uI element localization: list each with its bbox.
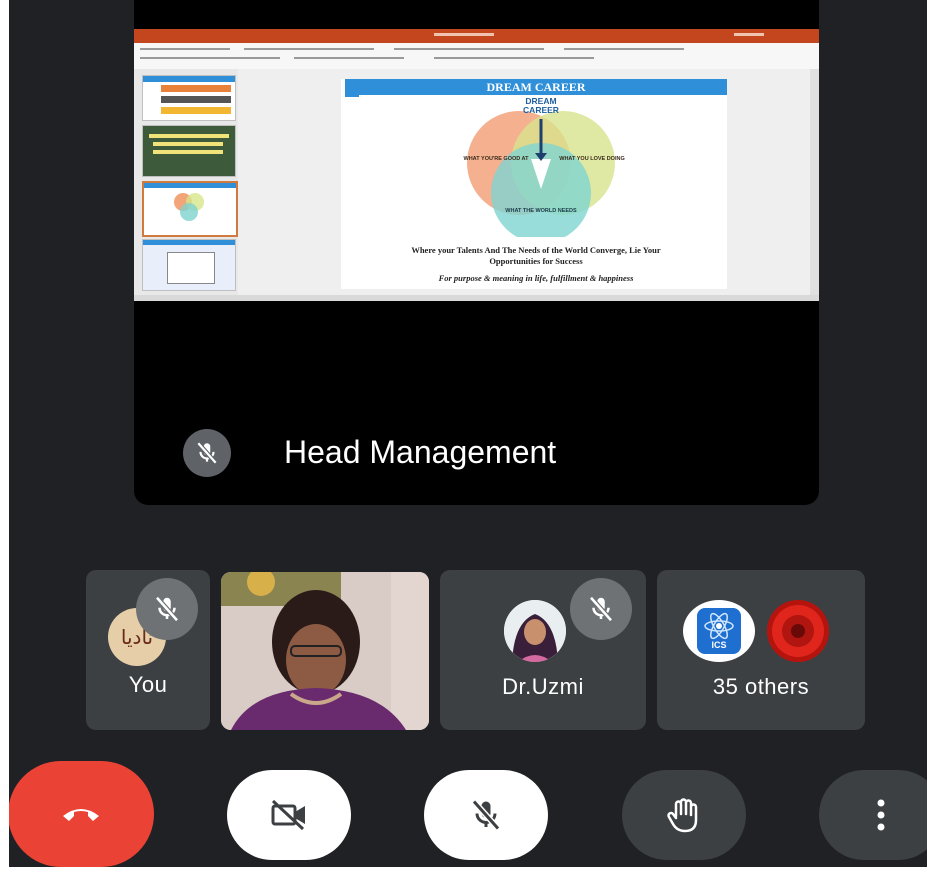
presentation-tile[interactable]: DREAM CAREER DREAM CAREER WHAT YOU'RE GO… — [134, 0, 819, 505]
camera-toggle-button[interactable] — [227, 770, 351, 860]
slide-caption: Where your Talents And The Needs of the … — [411, 245, 661, 266]
scrollbar — [810, 69, 819, 295]
venn-diagram: DREAM CAREER WHAT YOU'RE GOOD AT WHAT YO… — [441, 96, 641, 243]
mic-toggle-button[interactable] — [424, 770, 548, 860]
slide-title: DREAM CAREER — [345, 79, 727, 95]
participant-video — [221, 572, 429, 730]
flower-avatar — [767, 600, 829, 662]
presenter-name: Head Management — [284, 434, 557, 470]
raise-hand-button[interactable] — [622, 770, 746, 860]
shared-screen: DREAM CAREER DREAM CAREER WHAT YOU'RE GO… — [134, 29, 819, 301]
mic-off-icon — [570, 578, 632, 640]
presenter-mic-off-icon — [183, 429, 231, 477]
slide-thumbnails — [134, 69, 238, 295]
others-count: 35 others — [712, 674, 810, 699]
slide-tagline: For purpose & meaning in life, fulfillme… — [438, 273, 634, 283]
powerpoint-title-bar — [134, 29, 819, 43]
slide-thumbnail — [142, 75, 236, 121]
slide-thumbnail — [142, 239, 236, 291]
atom-icon: ICS — [697, 608, 741, 654]
avatar — [504, 600, 566, 662]
more-options-button[interactable] — [819, 770, 927, 860]
participant-tile-you[interactable]: نادیا You — [86, 570, 210, 730]
meet-call-screen: DREAM CAREER DREAM CAREER WHAT YOU'RE GO… — [9, 0, 927, 867]
venn-right-label: WHAT YOU LOVE DOING — [559, 156, 625, 162]
slide-thumbnail-selected — [142, 181, 238, 237]
powerpoint-ribbon — [134, 43, 819, 70]
status-bar — [134, 295, 819, 301]
camera-off-icon — [271, 799, 305, 831]
venn-center-label: DREAM CAREER — [523, 96, 559, 115]
venn-bottom-label: WHAT THE WORLD NEEDS — [505, 208, 577, 214]
mic-off-icon — [136, 578, 198, 640]
participant-video-tile[interactable] — [221, 572, 429, 730]
phone-hangup-icon — [63, 809, 99, 821]
venn-left-label: WHAT YOU'RE GOOD AT — [463, 156, 529, 162]
hand-icon — [667, 798, 698, 833]
mic-off-icon — [471, 799, 501, 831]
participant-name: Dr.Uzmi — [502, 674, 584, 699]
participant-name: You — [128, 672, 168, 697]
ics-logo: ICS — [683, 600, 755, 662]
more-vert-icon — [877, 799, 885, 831]
slide-thumbnail — [142, 125, 236, 177]
end-call-button[interactable] — [9, 761, 154, 867]
participant-tile-others[interactable]: ICS 35 others — [657, 570, 865, 730]
current-slide: DREAM CAREER DREAM CAREER WHAT YOU'RE GO… — [341, 79, 727, 289]
participant-tile-dr-uzmi[interactable]: Dr.Uzmi — [440, 570, 646, 730]
